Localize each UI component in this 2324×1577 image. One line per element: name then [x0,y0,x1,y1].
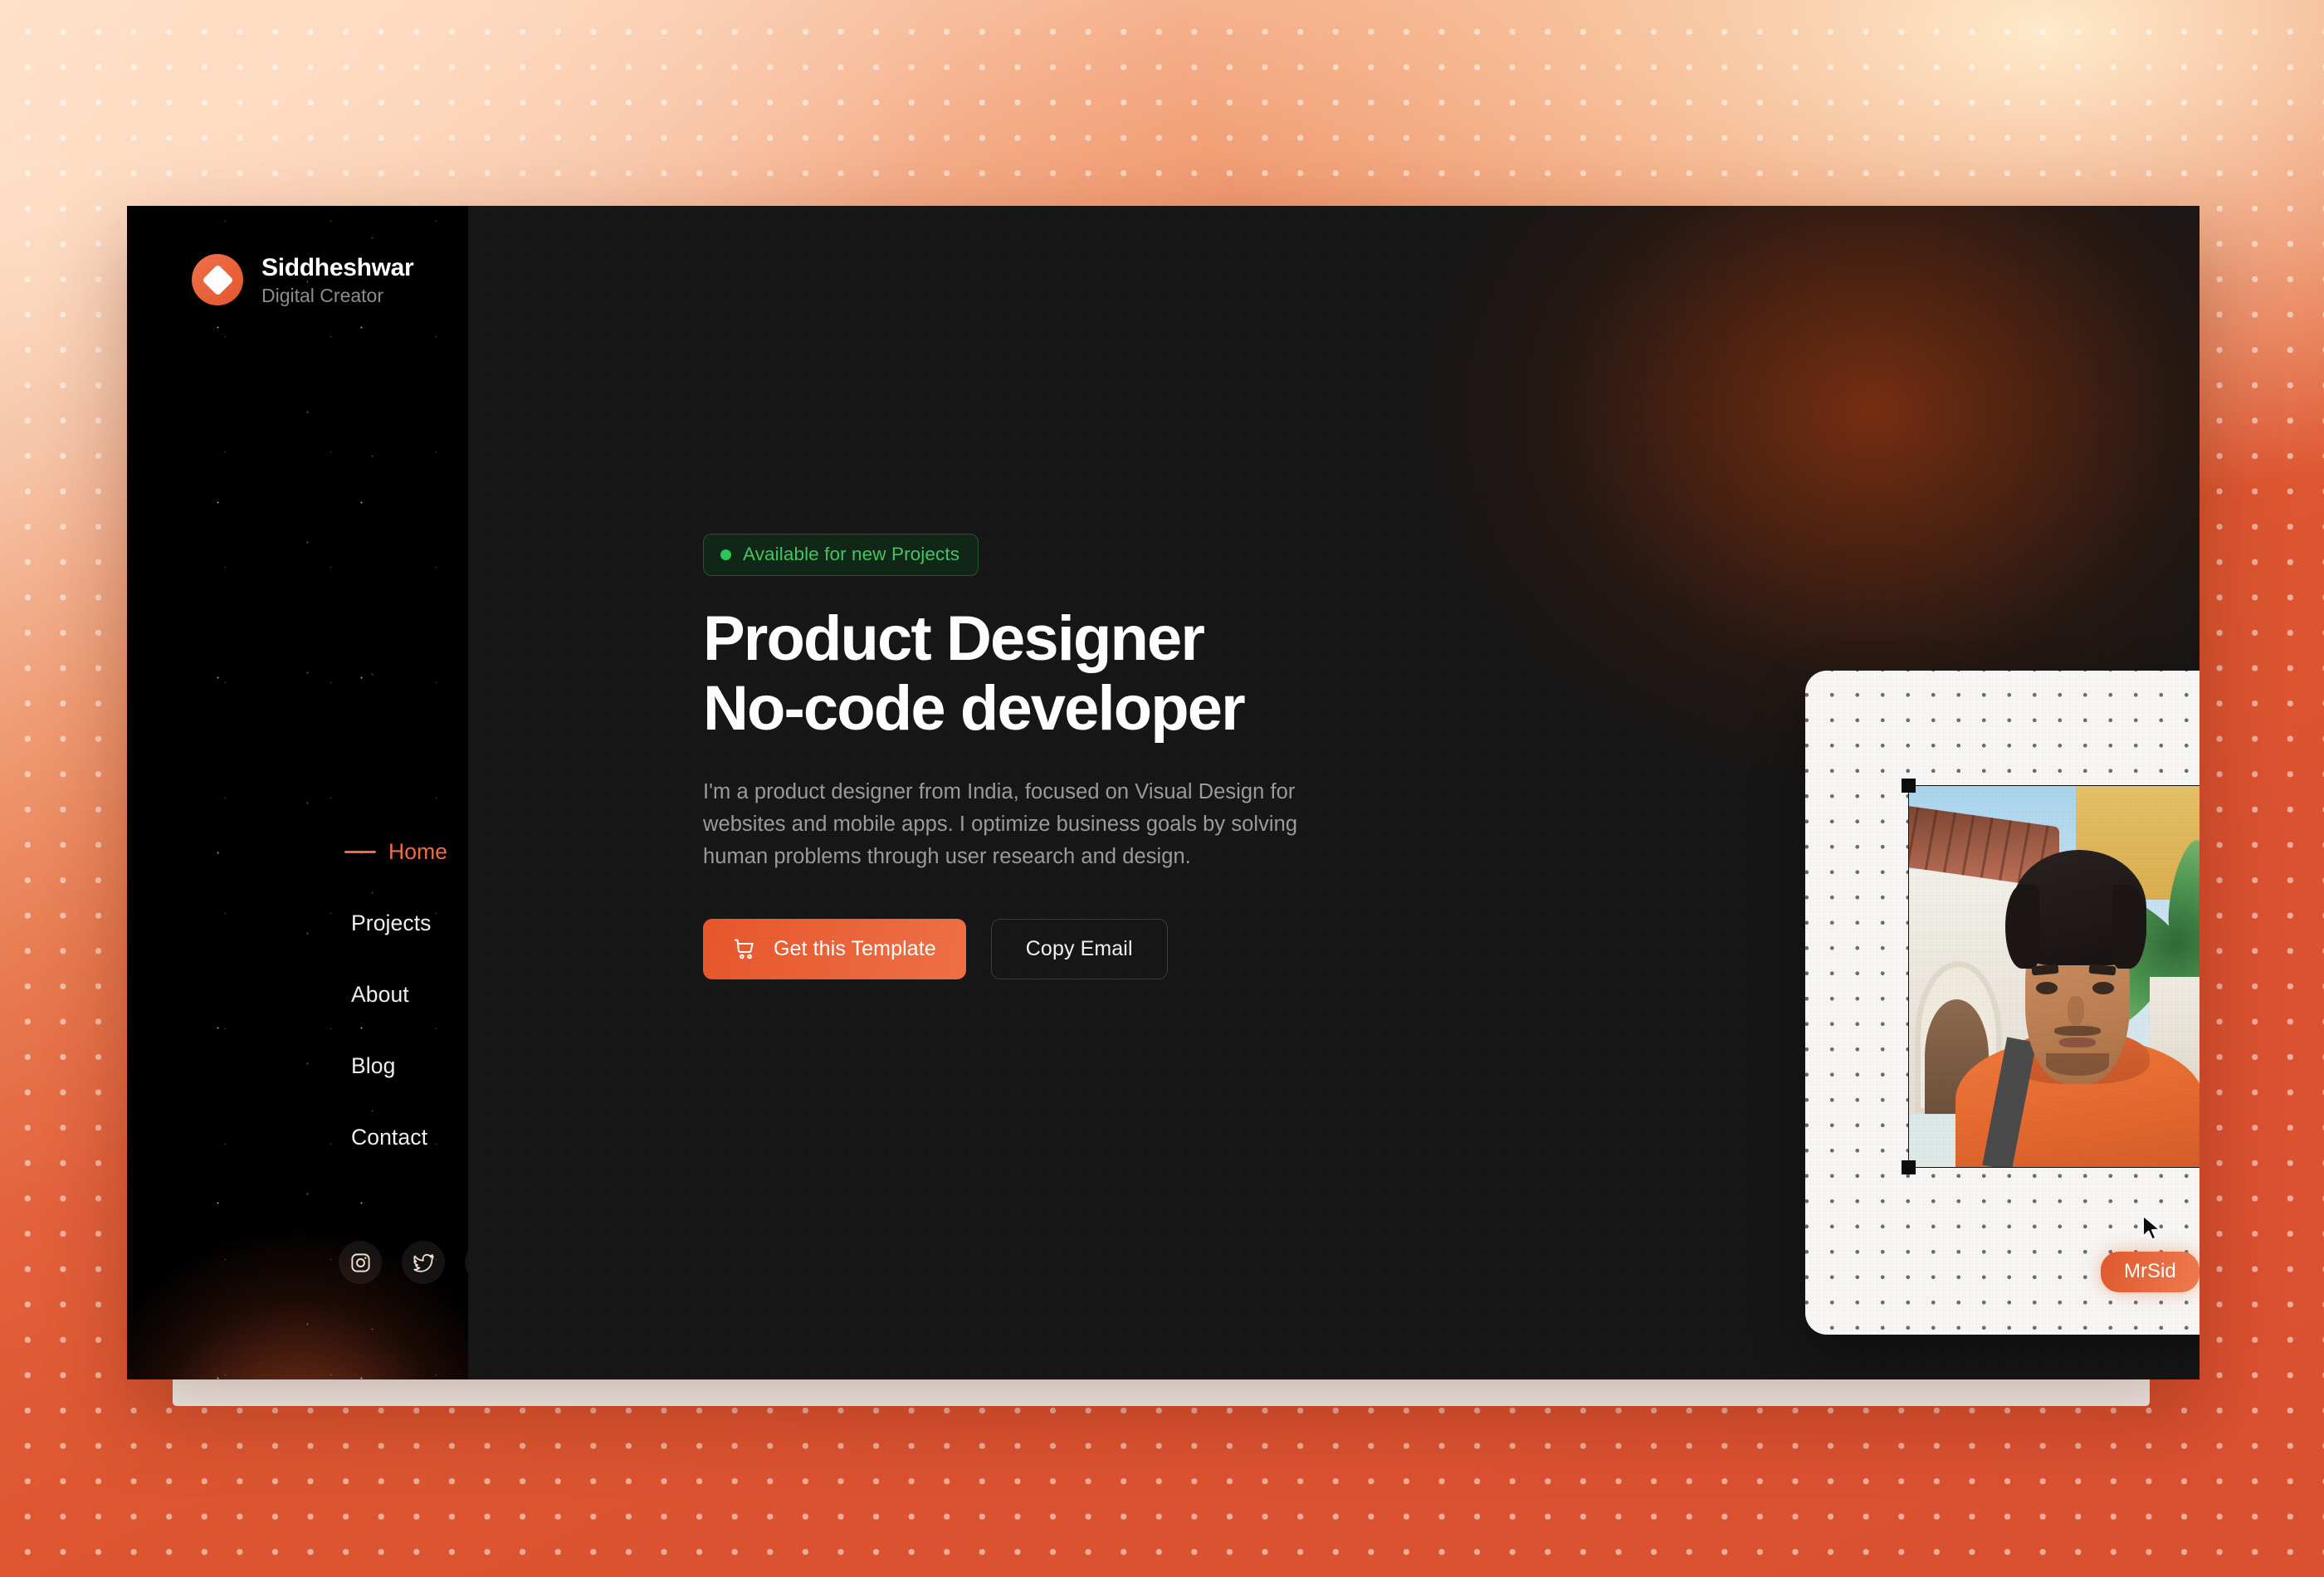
resize-handle-bottom-left[interactable] [1902,1160,1916,1174]
main-content: Available for new Projects Product Desig… [469,206,2200,1379]
twitter-icon [413,1253,434,1272]
social-link-youtube[interactable] [465,1241,468,1284]
cta-row: Get this Template Copy Email [703,918,1425,979]
brand-role: Digital Creator [261,284,383,306]
status-badge[interactable]: Available for new Projects [703,534,979,576]
sidebar-nav: Home Projects About Blog Contact [127,816,468,1173]
status-badge-label: Available for new Projects [743,544,960,564]
active-indicator-dash [344,850,376,853]
status-dot-icon [720,549,731,560]
brand[interactable]: Siddheshwar Digital Creator [127,206,414,306]
sidebar-item-contact[interactable]: Contact [127,1101,468,1173]
shopping-cart-icon [734,939,754,959]
sidebar-item-projects[interactable]: Projects [127,887,468,959]
headline-line-2: No-code developer [703,673,1246,745]
sidebar-starfield [127,206,468,1379]
sidebar-item-blog[interactable]: Blog [127,1030,468,1101]
selected-photo-frame[interactable] [1902,779,2200,1174]
brand-name: Siddheshwar [261,254,414,281]
sidebar-item-label: About [351,981,409,1007]
sidebar-item-about[interactable]: About [127,959,468,1030]
get-template-button[interactable]: Get this Template [703,918,966,979]
resize-handle-top-left[interactable] [1902,779,1916,793]
hero-description: I'm a product designer from India, focus… [703,779,1298,868]
diamond-logo-icon [192,254,243,306]
collaborator-label[interactable]: MrSid [2101,1252,2200,1292]
sidebar-item-label: Contact [351,1124,428,1150]
selection-outline [1902,779,2200,1174]
social-link-instagram[interactable] [339,1241,382,1284]
profile-photo-card: MrSid [1805,671,2200,1335]
device-base [173,1379,2150,1406]
copy-email-button-label: Copy Email [1025,936,1133,960]
sidebar-item-label: Projects [351,910,432,935]
hero-section: Available for new Projects Product Desig… [703,534,1425,979]
website-mockup-screen: Siddheshwar Digital Creator Home Project… [127,206,2200,1379]
page-title: Product Designer No-code developer [703,603,1425,745]
sidebar: Siddheshwar Digital Creator Home Project… [127,206,469,1379]
sidebar-item-label: Blog [351,1052,396,1078]
copy-email-button[interactable]: Copy Email [990,918,1168,979]
instagram-icon [350,1252,370,1272]
pointer-cursor-icon [2140,1214,2165,1243]
sidebar-item-label: Home [388,838,448,864]
social-link-twitter[interactable] [402,1241,445,1284]
sidebar-item-home[interactable]: Home [127,816,468,887]
get-template-button-label: Get this Template [774,936,936,960]
headline-line-1: Product Designer [703,603,1205,674]
social-links [339,1241,468,1284]
